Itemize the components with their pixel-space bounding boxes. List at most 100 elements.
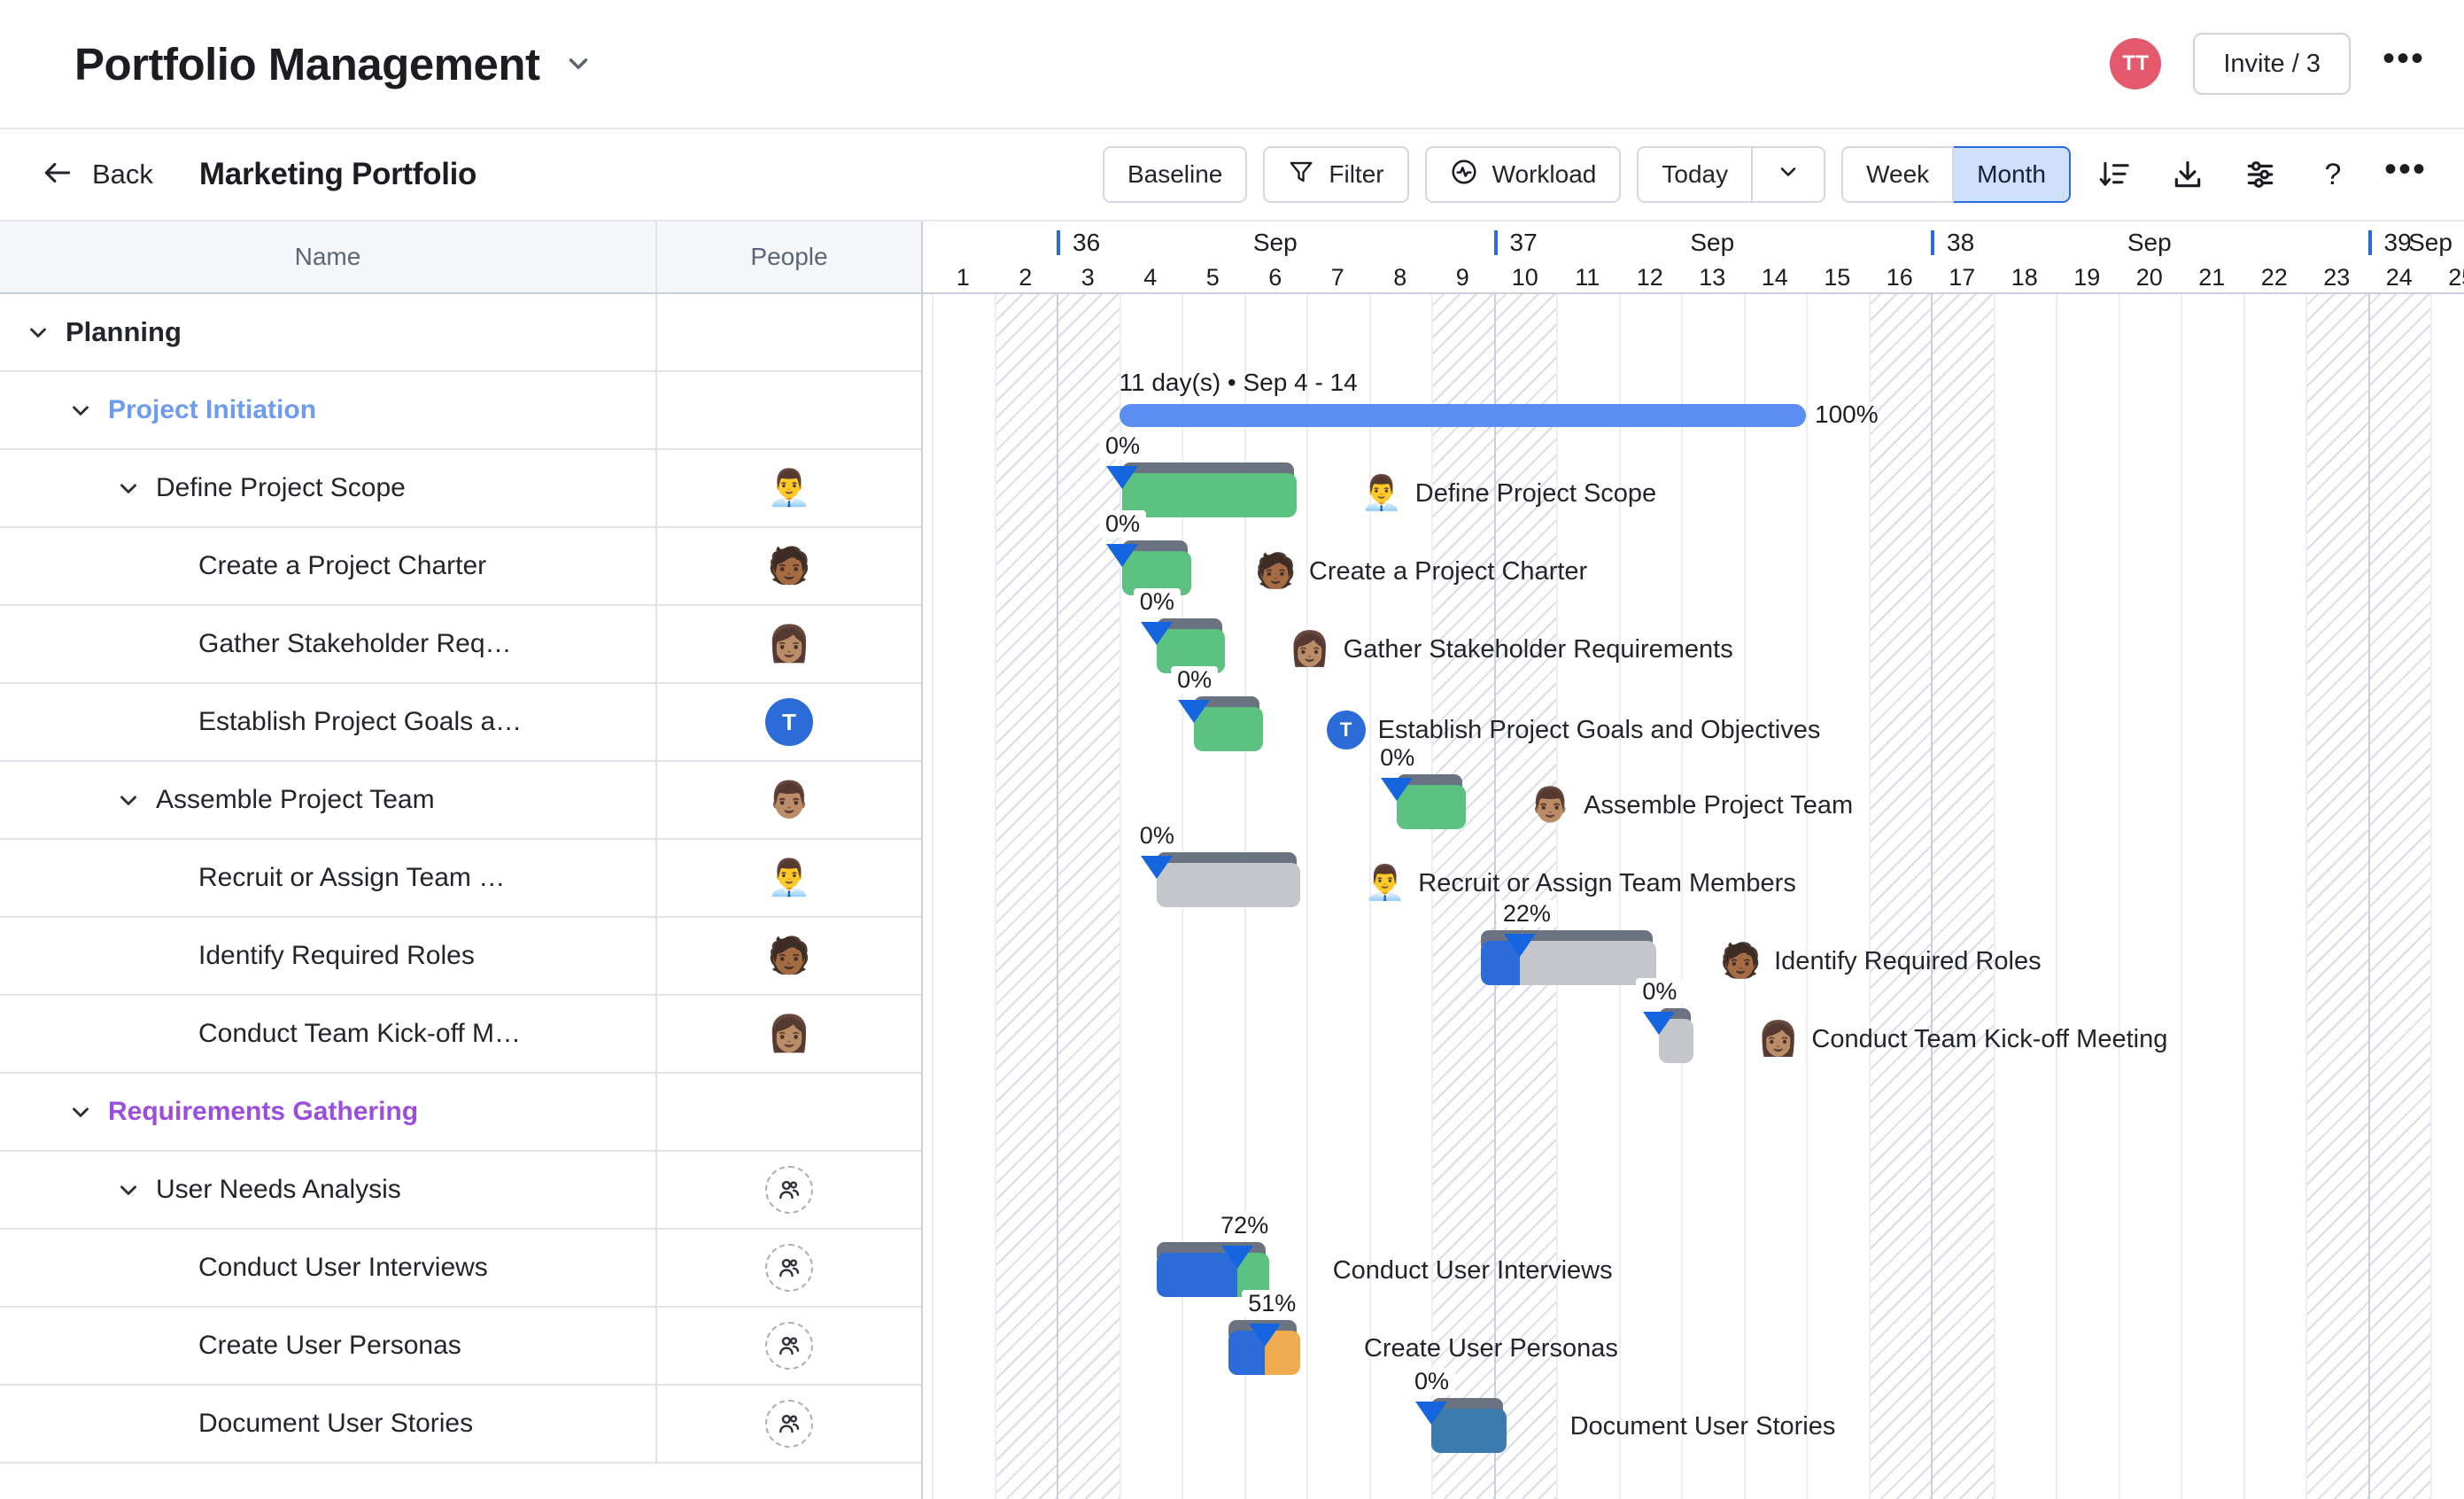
cell-people[interactable] <box>657 1152 921 1228</box>
today-button[interactable]: Today <box>1637 146 1753 203</box>
gantt-bar-row[interactable]: 0%👩🏽Gather Stakeholder Requirements <box>923 606 2464 684</box>
table-row[interactable]: Define Project Scope👨‍💼 <box>0 450 921 528</box>
cell-task-name[interactable]: Document User Stories <box>0 1386 657 1462</box>
cell-people[interactable] <box>657 1230 921 1306</box>
cell-task-name[interactable]: Establish Project Goals a… <box>0 684 657 760</box>
progress-marker-icon[interactable] <box>1106 466 1138 489</box>
cell-people[interactable] <box>657 372 921 448</box>
avatar[interactable]: 🧑🏾 <box>767 938 811 974</box>
gantt-bar[interactable]: 0% <box>1122 540 1191 595</box>
table-row[interactable]: Conduct User Interviews <box>0 1230 921 1308</box>
cell-people[interactable]: T <box>657 684 921 760</box>
table-row[interactable]: Project Initiation <box>0 372 921 450</box>
gantt-bar[interactable]: 0% <box>1122 462 1297 517</box>
people-group-icon[interactable] <box>765 1244 813 1292</box>
gantt-bar[interactable]: 0% <box>1157 852 1300 907</box>
cell-people[interactable] <box>657 1074 921 1150</box>
chevron-down-icon[interactable] <box>23 317 53 347</box>
table-row[interactable]: Conduct Team Kick-off M… 👩🏽 <box>0 996 921 1074</box>
cell-task-name[interactable]: Identify Required Roles <box>0 918 657 994</box>
cell-task-name[interactable]: Assemble Project Team <box>0 762 657 838</box>
chevron-down-icon[interactable] <box>113 473 143 503</box>
table-row[interactable]: Create User Personas <box>0 1308 921 1386</box>
cell-people[interactable] <box>657 294 921 370</box>
header-overflow-icon[interactable]: ••• <box>2383 51 2425 76</box>
baseline-button[interactable]: Baseline <box>1103 146 1247 203</box>
gantt-bar-row[interactable]: 0%Document User Stories <box>923 1386 2464 1464</box>
view-overflow-icon[interactable]: ••• <box>2377 146 2434 203</box>
cell-people[interactable]: 👩🏽 <box>657 606 921 682</box>
avatar[interactable]: 🧑🏾 <box>767 548 811 584</box>
progress-marker-icon[interactable] <box>1415 1402 1447 1425</box>
people-group-icon[interactable] <box>765 1166 813 1214</box>
cell-people[interactable]: 👨‍💼 <box>657 840 921 916</box>
cell-people[interactable]: 👨🏽 <box>657 762 921 838</box>
today-dropdown-button[interactable] <box>1753 146 1825 203</box>
gantt-bar-row[interactable]: 0%👨‍💼Recruit or Assign Team Members <box>923 840 2464 918</box>
progress-marker-icon[interactable] <box>1221 1246 1253 1269</box>
gantt-bar-body[interactable] <box>1157 863 1300 907</box>
back-button[interactable]: Back <box>41 156 153 194</box>
gantt-bar[interactable]: 0% <box>1157 618 1226 673</box>
cell-people[interactable] <box>657 1386 921 1462</box>
table-row[interactable]: Assemble Project Team 👨🏽 <box>0 762 921 840</box>
table-row[interactable]: Requirements Gathering <box>0 1074 921 1152</box>
avatar[interactable]: 👩🏽 <box>767 626 811 662</box>
filter-button[interactable]: Filter <box>1263 146 1408 203</box>
sliders-icon[interactable] <box>2232 146 2289 203</box>
gantt-bar[interactable]: 0% <box>1194 696 1263 751</box>
avatar[interactable]: 👨🏽 <box>767 782 811 818</box>
cell-task-name[interactable]: Planning <box>0 294 657 370</box>
chevron-down-icon[interactable] <box>113 1175 143 1205</box>
chevron-down-icon[interactable] <box>66 1097 96 1127</box>
cell-people[interactable]: 🧑🏾 <box>657 528 921 604</box>
table-row[interactable]: Planning <box>0 294 921 372</box>
progress-marker-icon[interactable] <box>1106 544 1138 567</box>
cell-task-name[interactable]: Requirements Gathering <box>0 1074 657 1150</box>
progress-marker-icon[interactable] <box>1643 1012 1675 1035</box>
question-mark-icon[interactable]: ? <box>2305 146 2361 203</box>
gantt-bar[interactable]: 0% <box>1431 1398 1507 1453</box>
progress-marker-icon[interactable] <box>1249 1324 1281 1347</box>
download-icon[interactable] <box>2159 146 2216 203</box>
tab-month[interactable]: Month <box>1954 146 2071 203</box>
progress-marker-icon[interactable] <box>1178 700 1210 723</box>
avatar[interactable]: TT <box>2110 38 2161 89</box>
chevron-down-icon[interactable] <box>113 785 143 815</box>
workload-button[interactable]: Workload <box>1425 146 1622 203</box>
gantt-bar[interactable]: 51% <box>1228 1320 1300 1375</box>
table-row[interactable]: Gather Stakeholder Req… 👩🏽 <box>0 606 921 684</box>
gantt-bar-row[interactable]: 0%👩🏽Conduct Team Kick-off Meeting <box>923 996 2464 1074</box>
table-row[interactable]: Identify Required Roles 🧑🏾 <box>0 918 921 996</box>
avatar[interactable]: 👩🏽 <box>767 1016 811 1052</box>
cell-people[interactable]: 🧑🏾 <box>657 918 921 994</box>
gantt-bar-row[interactable]: 0%👨‍💼Define Project Scope <box>923 450 2464 528</box>
gantt-bar[interactable]: 72% <box>1157 1242 1269 1297</box>
column-header-people[interactable]: People <box>657 221 921 292</box>
gantt-bar[interactable]: 22% <box>1481 930 1655 985</box>
cell-task-name[interactable]: Gather Stakeholder Req… <box>0 606 657 682</box>
cell-task-name[interactable]: Conduct Team Kick-off M… <box>0 996 657 1072</box>
avatar[interactable]: T <box>765 698 813 746</box>
cell-task-name[interactable]: Recruit or Assign Team … <box>0 840 657 916</box>
timeline-canvas[interactable]: 11 day(s) • Sep 4 - 14100%0%👨‍💼Define Pr… <box>923 294 2464 1499</box>
progress-marker-icon[interactable] <box>1381 778 1413 801</box>
table-row[interactable]: Create a Project Charter🧑🏾 <box>0 528 921 606</box>
column-header-name[interactable]: Name <box>0 221 657 292</box>
chevron-down-icon[interactable] <box>563 49 593 79</box>
table-row[interactable]: Establish Project Goals a… T <box>0 684 921 762</box>
gantt-bar-row[interactable]: 51%Create User Personas <box>923 1308 2464 1386</box>
tab-week[interactable]: Week <box>1841 146 1954 203</box>
gantt-bar[interactable]: 0% <box>1659 1008 1693 1063</box>
table-row[interactable]: User Needs Analysis <box>0 1152 921 1230</box>
cell-task-name[interactable]: Project Initiation <box>0 372 657 448</box>
gantt-bar[interactable]: 0% <box>1397 774 1466 829</box>
invite-button[interactable]: Invite / 3 <box>2193 33 2351 95</box>
cell-people[interactable]: 👨‍💼 <box>657 450 921 526</box>
progress-marker-icon[interactable] <box>1504 934 1536 957</box>
avatar[interactable]: 👨‍💼 <box>767 470 811 506</box>
cell-task-name[interactable]: Create User Personas <box>0 1308 657 1384</box>
progress-marker-icon[interactable] <box>1141 622 1173 645</box>
cell-people[interactable]: 👩🏽 <box>657 996 921 1072</box>
table-row[interactable]: Document User Stories <box>0 1386 921 1464</box>
